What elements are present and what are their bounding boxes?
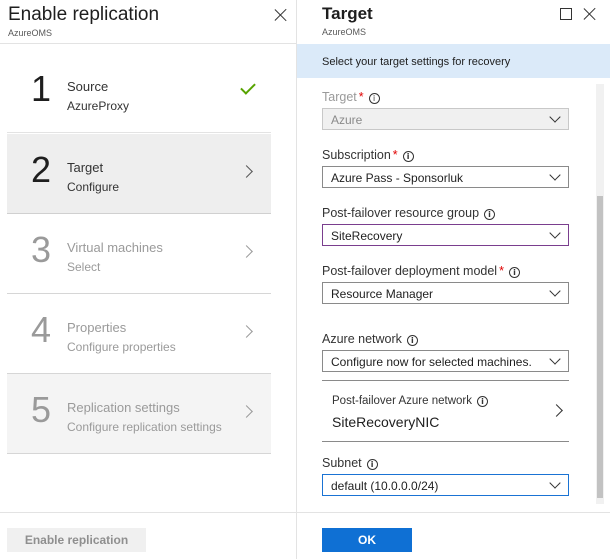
blade-title: Target [322,4,373,23]
scrollbar-thumb[interactable] [597,196,603,498]
required-mark: * [499,264,504,278]
target-blade: Target AzureOMS Select your target setti… [297,0,610,559]
info-icon[interactable]: i [402,151,414,162]
step-name: Properties [67,320,127,335]
step-virtual-machines[interactable]: 3 Virtual machines Select [7,214,271,294]
deployment-model-label: Post-failover deployment model * i [322,264,520,278]
chevron-right-icon [240,245,253,258]
enable-replication-button[interactable]: Enable replication [7,528,146,552]
maximize-icon[interactable] [560,8,572,20]
info-icon[interactable]: i [368,93,380,104]
info-icon[interactable]: i [508,267,520,278]
step-name: Virtual machines [67,240,163,255]
azure-network-label: Azure network i [322,332,418,346]
chevron-down-icon [549,285,561,297]
required-mark: * [358,90,364,104]
chevron-down-icon [549,169,561,181]
divider [297,512,610,513]
chevron-right-icon [240,405,253,418]
close-icon[interactable] [583,7,597,21]
info-icon[interactable]: i [406,335,418,346]
subscription-label: Subscription * i [322,148,414,162]
step-replication-settings[interactable]: 5 Replication settings Configure replica… [7,374,271,454]
post-failover-network-label: Post-failover Azure network i [332,395,488,407]
step-sub: AzureProxy [67,99,130,113]
step-name: Source [67,79,109,94]
blade-title: Enable replication [8,4,160,25]
step-number: 5 [31,389,52,430]
chevron-down-icon [549,353,561,365]
step-number: 2 [31,149,52,190]
step-name: Replication settings [67,400,180,415]
info-banner: Select your target settings for recovery [297,44,610,78]
info-icon[interactable]: i [366,459,378,470]
divider [0,43,296,44]
divider [0,512,296,513]
close-icon[interactable] [274,8,288,22]
step-properties[interactable]: 4 Properties Configure properties [7,294,271,374]
chevron-down-icon [549,477,561,489]
post-failover-network-value: SiteRecoveryNIC [332,414,440,430]
step-name: Target [67,160,104,175]
step-sub: Configure replication settings [67,420,222,434]
step-number: 1 [31,68,52,109]
target-dropdown: Azure [322,108,569,130]
blade-subtitle: AzureOMS [322,27,367,37]
vertical-scrollbar[interactable] [596,84,604,504]
target-label: Target * i [322,90,380,104]
chevron-right-icon [550,404,563,417]
ok-button[interactable]: OK [322,528,412,552]
post-failover-network-selector[interactable]: Post-failover Azure network i SiteRecover… [322,380,569,442]
resource-group-label: Post-failover resource group i [322,206,496,220]
chevron-right-icon [240,325,253,338]
step-number: 4 [31,309,52,350]
deployment-model-dropdown[interactable]: Resource Manager [322,282,569,304]
info-icon[interactable]: i [484,209,496,220]
enable-replication-blade: Enable replication AzureOMS 1 Source Azu… [0,0,297,559]
chevron-down-icon [549,111,561,123]
info-icon[interactable]: i [476,396,488,407]
chevron-down-icon [549,227,561,239]
step-target[interactable]: 2 Target Configure [7,134,271,214]
subscription-dropdown[interactable]: Azure Pass - Sponsorluk [322,166,569,188]
step-sub: Configure properties [67,340,176,354]
step-sub: Configure [67,180,120,194]
step-sub: Select [67,260,101,274]
subnet-label: Subnet i [322,456,378,470]
blade-subtitle: AzureOMS [8,28,53,38]
step-number: 3 [31,229,52,270]
azure-network-dropdown[interactable]: Configure now for selected machines. [322,350,569,372]
subnet-dropdown[interactable]: default (10.0.0.0/24) [322,474,569,496]
step-source[interactable]: 1 Source AzureProxy [7,53,271,133]
chevron-right-icon [240,165,253,178]
checkmark-icon [240,79,256,95]
required-mark: * [392,148,398,162]
banner-text: Select your target settings for recovery [322,56,511,68]
resource-group-dropdown[interactable]: SiteRecovery [322,224,569,246]
